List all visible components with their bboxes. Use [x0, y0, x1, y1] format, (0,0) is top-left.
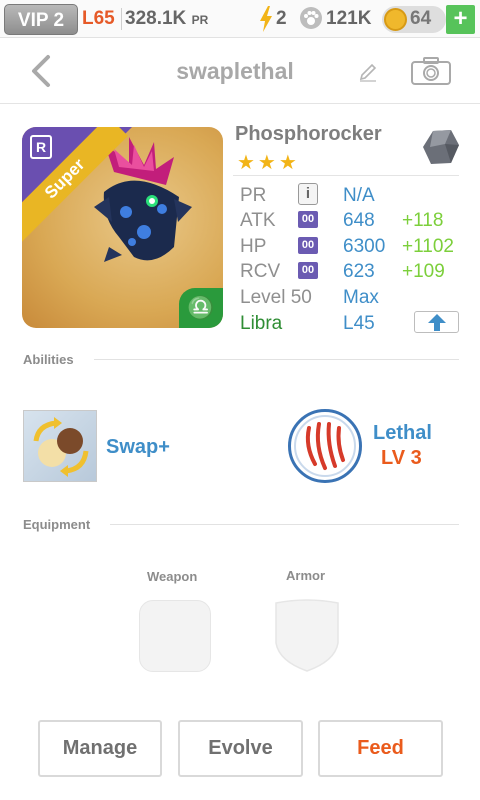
divider	[94, 359, 459, 360]
camera-icon[interactable]	[411, 57, 451, 85]
claw-marks-icon[interactable]	[288, 409, 362, 483]
energy-count: 2	[276, 8, 287, 29]
feed-button[interactable]: Feed	[318, 720, 443, 777]
level-label: Level 50	[240, 287, 312, 308]
zodiac-level: L45	[343, 313, 375, 334]
weapon-label: Weapon	[147, 569, 198, 584]
libra-icon: ♎	[179, 288, 223, 328]
nav-bar: swaplethal	[0, 38, 480, 104]
swap-icon[interactable]	[23, 410, 97, 482]
atk-value: 648	[343, 210, 375, 231]
level-value: Max	[343, 287, 379, 308]
rcv-value: 623	[343, 261, 375, 282]
atk-icon: 00	[298, 211, 318, 228]
rcv-icon: 00	[298, 262, 318, 279]
divider	[110, 524, 459, 525]
pencil-icon[interactable]	[358, 62, 378, 82]
page-title: swaplethal	[176, 58, 294, 84]
monster-name: Phosphorocker	[235, 123, 382, 145]
coin-counter: 64	[382, 6, 446, 33]
coin-count: 64	[410, 8, 432, 29]
pr-value: N/A	[343, 185, 375, 206]
evolve-button[interactable]: Evolve	[178, 720, 303, 777]
coin-icon	[384, 8, 407, 31]
hp-icon: 00	[298, 237, 318, 254]
zodiac-label: Libra	[240, 313, 283, 334]
star-rating: ★★★	[237, 152, 300, 174]
divider	[233, 175, 459, 176]
lightning-icon	[260, 6, 272, 32]
manage-button[interactable]: Manage	[38, 720, 162, 777]
rcv-bonus: +109	[402, 261, 445, 282]
rarity-badge: R	[30, 135, 52, 159]
rock-element-icon[interactable]	[421, 127, 461, 167]
monster-portrait[interactable]: Super R ♎	[22, 127, 223, 328]
power-rating-value: 328.1K	[125, 8, 187, 29]
info-icon[interactable]: i	[298, 183, 318, 205]
paw-count: 121K	[326, 8, 372, 29]
arrow-up-icon	[428, 314, 446, 331]
atk-bonus: +118	[402, 210, 444, 231]
weapon-slot[interactable]	[139, 600, 211, 672]
divider	[121, 8, 122, 30]
paw-icon	[300, 7, 322, 29]
armor-label: Armor	[286, 568, 326, 583]
hp-label: HP	[240, 236, 267, 257]
zodiac-upgrade-button[interactable]	[414, 311, 459, 333]
hp-bonus: +1102	[402, 236, 454, 257]
hp-value: 6300	[343, 236, 386, 257]
pr-label: PR	[240, 185, 267, 206]
add-coins-button[interactable]: +	[446, 5, 475, 34]
player-level: L65	[82, 8, 115, 29]
equipment-header: Equipment	[23, 517, 91, 532]
ability-lethal-level: LV 3	[381, 447, 422, 469]
power-rating-unit: PR	[191, 13, 209, 27]
power-rating: 328.1K PR	[125, 8, 208, 30]
rcv-label: RCV	[240, 261, 281, 282]
ability-swap-name[interactable]: Swap+	[106, 436, 170, 459]
abilities-header: Abilities	[23, 352, 74, 367]
atk-label: ATK	[240, 210, 276, 231]
armor-slot[interactable]	[273, 599, 341, 673]
vip-badge[interactable]: VIP 2	[4, 4, 78, 35]
status-bar: VIP 2 L65 328.1K PR 2 121K 64 +	[0, 0, 480, 38]
ability-lethal-name[interactable]: Lethal	[373, 422, 432, 445]
